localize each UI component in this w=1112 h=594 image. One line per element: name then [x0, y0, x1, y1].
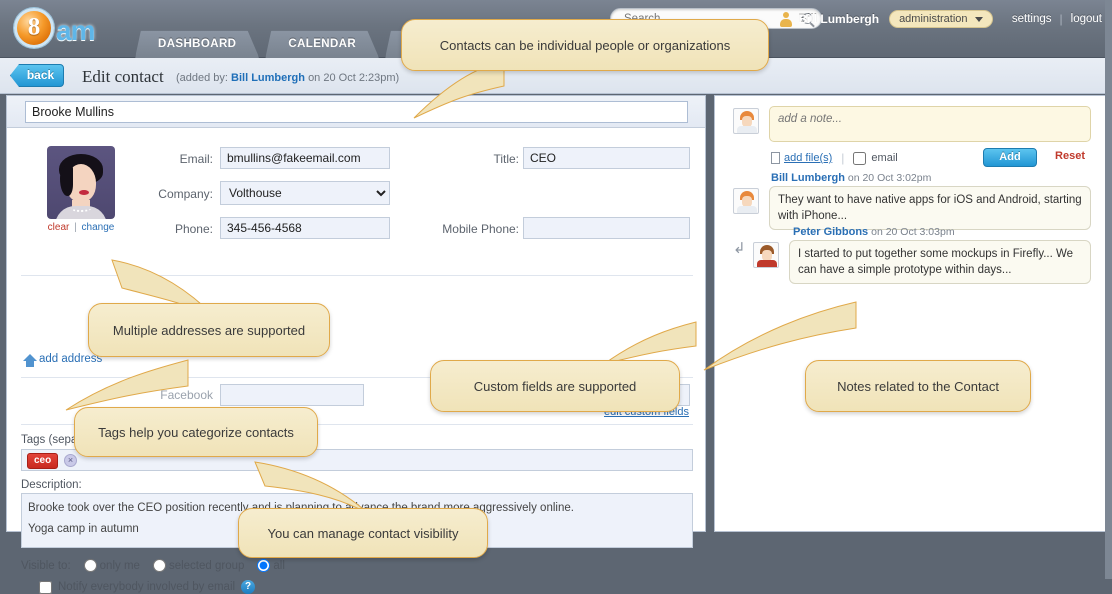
company-select[interactable]: Volthouse [220, 181, 390, 205]
callout-addresses: Multiple addresses are supported [88, 303, 330, 357]
visibility-radio-all[interactable] [257, 559, 270, 572]
app-logo[interactable]: 8 am [12, 6, 112, 50]
divider [1001, 12, 1004, 26]
avatar-links: clear | change [47, 222, 115, 233]
visibility-radio-only-me[interactable] [84, 559, 97, 572]
title-field[interactable] [523, 147, 690, 169]
add-files-link[interactable]: add file(s) [784, 152, 832, 164]
divider: | [1060, 12, 1063, 26]
visibility-option-label: only me [100, 560, 140, 572]
description-label: Description: [21, 479, 82, 491]
phone-field[interactable] [220, 217, 390, 239]
callout-visibility: You can manage contact visibility [238, 508, 488, 558]
add-note-button[interactable]: Add [983, 148, 1037, 167]
file-icon [771, 152, 780, 164]
visibility-option-label: selected group [169, 560, 244, 572]
company-label: Company: [117, 187, 213, 201]
divider: | [74, 222, 77, 233]
visibility-option-all[interactable]: all [257, 559, 285, 572]
settings-link[interactable]: settings [1012, 13, 1052, 25]
facebook-field[interactable] [220, 384, 364, 406]
role-label: administration [899, 13, 967, 25]
user-name: Bill Lumbergh [798, 12, 879, 26]
role-dropdown[interactable]: administration [889, 10, 992, 28]
chevron-down-icon [975, 17, 983, 22]
reply-arrow-icon: ↲ [733, 239, 746, 257]
logo-number: 8 [17, 13, 51, 41]
logout-link[interactable]: logout [1071, 13, 1102, 25]
logo-circle-icon: 8 [14, 8, 54, 48]
contact-name-input[interactable] [25, 101, 688, 123]
note-author-row: Bill Lumbergh on 20 Oct 3:02pm [771, 172, 931, 184]
visibility-label: Visible to: [21, 560, 71, 572]
added-by-user[interactable]: Bill Lumbergh [231, 72, 305, 84]
back-button[interactable]: back [10, 64, 64, 87]
email-field[interactable] [220, 147, 390, 169]
add-note-input[interactable] [769, 106, 1091, 142]
callout-contacts: Contacts can be individual people or org… [401, 19, 769, 71]
email-label: Email: [117, 152, 213, 166]
email-label: email [871, 152, 897, 164]
help-icon[interactable]: ? [241, 580, 255, 594]
reset-note-button[interactable]: Reset [1055, 150, 1085, 162]
notify-checkbox[interactable] [39, 581, 52, 594]
added-by-info: (added by: Bill Lumbergh on 20 Oct 2:23p… [176, 72, 399, 84]
avatar[interactable] [47, 146, 115, 219]
note-timestamp: on 20 Oct 3:03pm [871, 226, 954, 238]
visibility-option-label: all [273, 560, 285, 572]
tag-chip-ceo: ceo [27, 453, 58, 469]
mobile-phone-label: Mobile Phone: [407, 222, 519, 236]
tag-remove-icon[interactable]: × [64, 454, 77, 467]
page-title: Edit contact [82, 67, 164, 87]
avatar-note-author [753, 242, 779, 268]
note-text: They want to have native apps for iOS an… [769, 186, 1091, 230]
mobile-phone-field[interactable] [523, 217, 690, 239]
tab-calendar[interactable]: CALENDAR [265, 30, 379, 58]
visibility-row: Visible to: only me selected group all [21, 559, 285, 572]
avatar-change-link[interactable]: change [82, 222, 115, 233]
added-suffix: on 20 Oct 2:23pm) [308, 72, 399, 84]
note-author[interactable]: Peter Gibbons [793, 226, 868, 238]
note-author[interactable]: Bill Lumbergh [771, 172, 845, 184]
added-prefix: (added by: [176, 72, 228, 84]
logo-text: am [56, 15, 94, 47]
user-icon [780, 12, 792, 27]
avatar-note-author [733, 188, 759, 214]
email-checkbox[interactable] [853, 152, 866, 165]
divider: | [841, 151, 844, 165]
note-author-row: Peter Gibbons on 20 Oct 3:03pm [793, 226, 955, 238]
page-scrollbar[interactable] [1105, 0, 1112, 579]
notify-label: Notify everybody involved by email [58, 581, 235, 593]
visibility-option-only-me[interactable]: only me [84, 559, 140, 572]
callout-custom-fields: Custom fields are supported [430, 360, 680, 412]
contact-name-row [7, 96, 705, 128]
callout-notes: Notes related to the Contact [805, 360, 1031, 412]
notify-row: Notify everybody involved by email ? [39, 580, 255, 594]
title-label: Title: [417, 152, 519, 166]
visibility-option-selected-group[interactable]: selected group [153, 559, 244, 572]
contact-avatar-box: clear | change [47, 146, 115, 233]
note-actions-row: add file(s) | email Add Reset [771, 148, 1091, 168]
user-info: Bill Lumbergh administration settings | … [780, 8, 1102, 30]
avatar-current-user [733, 108, 759, 134]
note-timestamp: on 20 Oct 3:02pm [848, 172, 931, 184]
callout-tags: Tags help you categorize contacts [74, 407, 318, 457]
home-icon [23, 354, 37, 361]
tab-dashboard[interactable]: DASHBOARD [135, 30, 259, 58]
note-text: I started to put together some mockups i… [789, 240, 1091, 284]
visibility-radio-selected-group[interactable] [153, 559, 166, 572]
phone-label: Phone: [117, 222, 213, 236]
avatar-clear-link[interactable]: clear [48, 222, 70, 233]
